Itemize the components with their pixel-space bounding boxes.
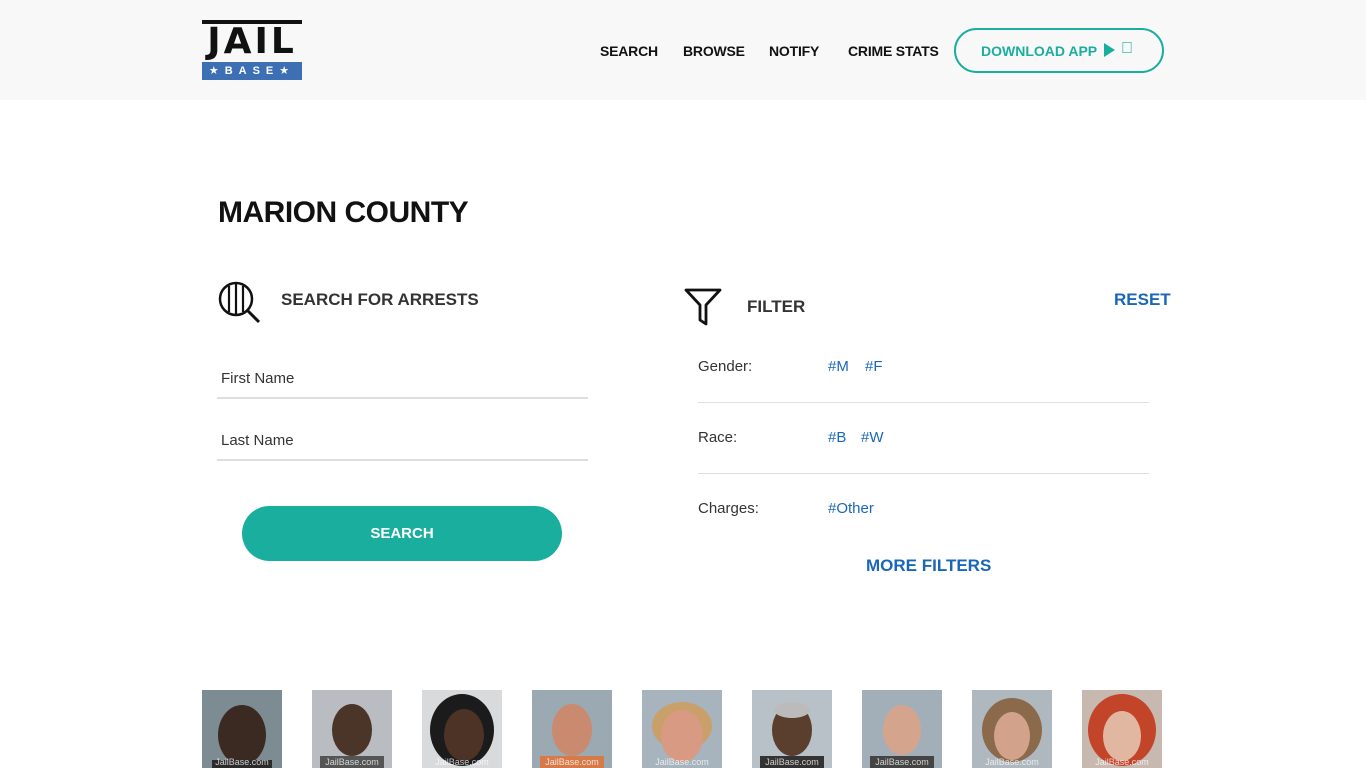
reset-filters-link[interactable]: RESET bbox=[1114, 290, 1171, 310]
watermark: JailBase.com bbox=[215, 757, 269, 767]
mugshot-thumbnail[interactable]: JailBase.com bbox=[642, 690, 722, 768]
mugshot-thumbnail[interactable]: JailBase.com bbox=[202, 690, 282, 768]
more-filters-link[interactable]: MORE FILTERS bbox=[866, 556, 991, 576]
mugshot-thumbnail[interactable]: JailBase.com bbox=[862, 690, 942, 768]
watermark: JailBase.com bbox=[545, 757, 599, 767]
search-button[interactable]: SEARCH bbox=[242, 506, 562, 561]
play-store-icon bbox=[1104, 43, 1115, 57]
mugshot-thumbnail[interactable]: JailBase.com bbox=[422, 690, 502, 768]
watermark: JailBase.com bbox=[875, 757, 929, 767]
filter-tag-charges-other[interactable]: #Other bbox=[828, 500, 874, 518]
search-heading: SEARCH FOR ARRESTS bbox=[281, 290, 479, 309]
jailbase-logo[interactable]: JAIL ★BASE★ bbox=[202, 20, 302, 80]
magnifier-icon bbox=[218, 281, 261, 324]
funnel-icon bbox=[684, 288, 722, 326]
filter-heading: FILTER bbox=[747, 297, 806, 316]
filter-tag-race-w[interactable]: #W bbox=[861, 429, 884, 447]
race-label: Race: bbox=[698, 429, 738, 446]
nav-crime-stats[interactable]: CRIME STATS bbox=[848, 43, 939, 59]
mugshot-thumbnail[interactable]: JailBase.com bbox=[1082, 690, 1162, 768]
page-title: MARION COUNTY bbox=[218, 196, 469, 229]
filter-tag-gender-m[interactable]: #M bbox=[828, 358, 849, 376]
site-header: JAIL ★BASE★ SEARCH BROWSE NOTIFY CRIME S… bbox=[0, 0, 1366, 100]
gender-label: Gender: bbox=[698, 358, 753, 375]
filter-divider bbox=[698, 402, 1149, 403]
nav-search[interactable]: SEARCH bbox=[600, 43, 658, 59]
download-app-button[interactable]: DOWNLOAD APP  bbox=[954, 28, 1164, 73]
filter-tag-race-b[interactable]: #B bbox=[828, 429, 846, 447]
mugshot-thumbnail[interactable]: JailBase.com bbox=[752, 690, 832, 768]
logo-wordmark: JAIL bbox=[207, 21, 297, 62]
last-name-input[interactable] bbox=[217, 421, 588, 459]
first-name-field bbox=[217, 359, 588, 399]
apple-icon:  bbox=[1121, 39, 1133, 59]
watermark: JailBase.com bbox=[765, 757, 819, 767]
download-app-label: DOWNLOAD APP bbox=[981, 43, 1098, 59]
mugshot-thumbnail[interactable]: JailBase.com bbox=[972, 690, 1052, 768]
mugshot-thumbnail[interactable]: JailBase.com bbox=[312, 690, 392, 768]
mugshot-thumbnail[interactable]: JailBase.com bbox=[532, 690, 612, 768]
charges-label: Charges: bbox=[698, 500, 759, 517]
last-name-field bbox=[217, 421, 588, 461]
watermark: JailBase.com bbox=[655, 757, 709, 767]
filter-tag-gender-f[interactable]: #F bbox=[865, 358, 883, 376]
nav-browse[interactable]: BROWSE bbox=[683, 43, 745, 59]
watermark: JailBase.com bbox=[1095, 757, 1149, 767]
nav-notify[interactable]: NOTIFY bbox=[769, 43, 819, 59]
filter-divider bbox=[698, 473, 1149, 474]
watermark: JailBase.com bbox=[435, 757, 489, 767]
watermark: JailBase.com bbox=[985, 757, 1039, 767]
logo-band: ★BASE★ bbox=[202, 62, 302, 80]
watermark: JailBase.com bbox=[325, 757, 379, 767]
first-name-input[interactable] bbox=[217, 359, 588, 397]
